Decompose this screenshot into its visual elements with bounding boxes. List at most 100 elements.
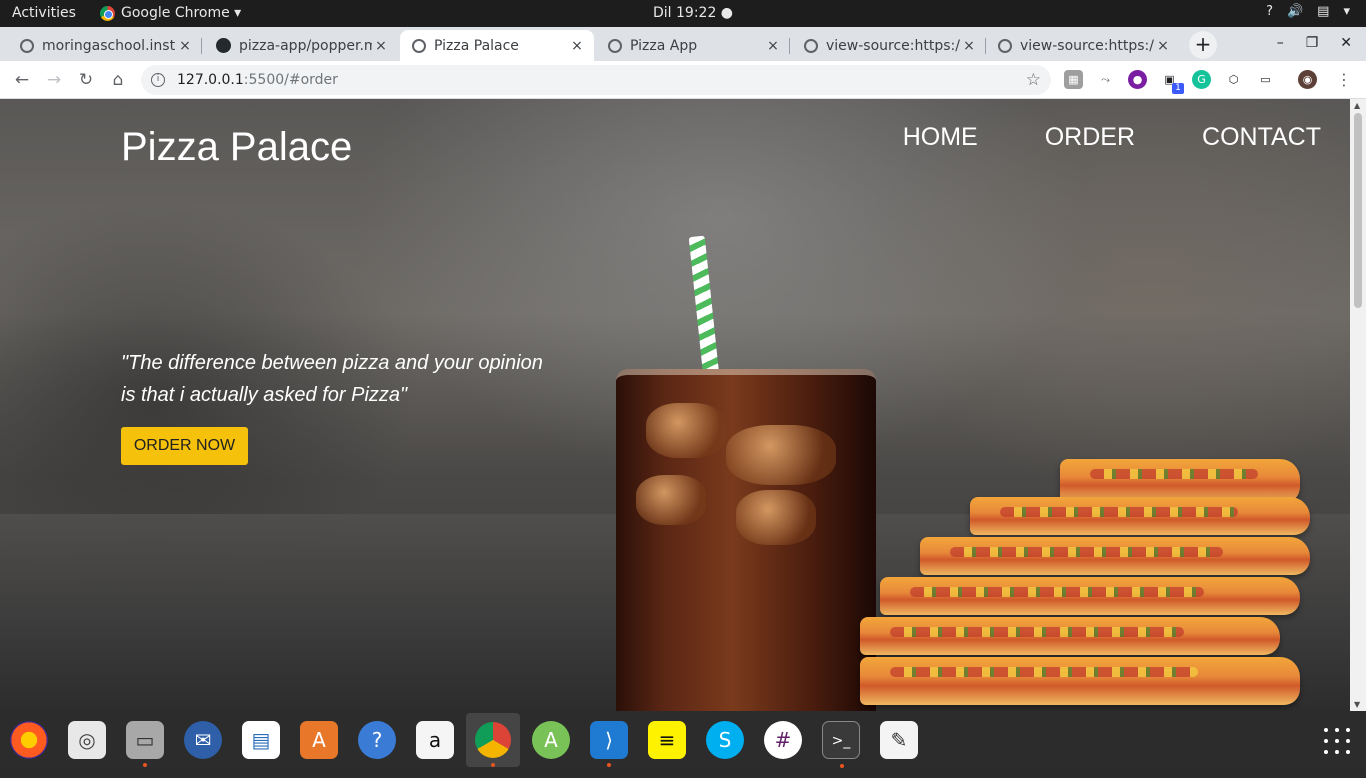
system-tray[interactable]: ? 🔊 ▤ ▾ — [1266, 4, 1350, 19]
ice-cube — [736, 490, 816, 545]
chrome-icon[interactable] — [466, 713, 520, 767]
running-indicator — [840, 764, 844, 768]
minimize-button[interactable]: – — [1277, 35, 1284, 51]
extension-link-icon[interactable]: ⤳ — [1096, 70, 1115, 89]
nav-contact[interactable]: CONTACT — [1202, 123, 1321, 152]
help-icon[interactable]: ? — [358, 721, 396, 759]
close-icon[interactable]: × — [764, 38, 782, 54]
forward-button[interactable]: → — [42, 68, 66, 92]
nav-order[interactable]: ORDER — [1045, 123, 1135, 152]
hero-quote-line-2: is that i actually asked for Pizza" — [121, 384, 408, 406]
text-editor-icon[interactable]: ✎ — [880, 721, 918, 759]
extension-colorpick-icon[interactable]: ● — [1128, 70, 1147, 89]
order-now-button[interactable]: ORDER NOW — [121, 427, 248, 465]
extension-screenshot-icon[interactable]: ▦ — [1064, 70, 1083, 89]
reload-button[interactable]: ↻ — [74, 68, 98, 92]
running-indicator — [143, 763, 147, 767]
tab-title: pizza-app/popper.m — [239, 37, 372, 54]
home-button[interactable]: ⌂ — [106, 68, 130, 92]
globe-icon — [412, 38, 426, 53]
pizza-slice — [860, 617, 1280, 655]
nav-home[interactable]: HOME — [903, 123, 978, 152]
software-center-icon[interactable]: A — [300, 721, 338, 759]
tab-pizza-palace[interactable]: Pizza Palace × — [400, 30, 594, 61]
tab-view-source-1[interactable]: view-source:https:/ × — [792, 30, 986, 61]
tab-title: Pizza Palace — [434, 37, 519, 54]
extension-box-icon[interactable]: ▣ 1 — [1160, 70, 1184, 94]
tab-title: view-source:https:/ — [1020, 37, 1154, 54]
pizza-slice — [970, 497, 1310, 535]
chrome-icon — [100, 5, 115, 21]
app-menu[interactable]: Google Chrome ▾ — [100, 5, 241, 21]
extension-badge: 1 — [1172, 83, 1184, 94]
rhythmbox-icon[interactable]: ◎ — [68, 721, 106, 759]
globe-icon — [998, 38, 1012, 53]
terminal-icon[interactable]: >_ — [822, 721, 860, 768]
pizza-stack-image — [860, 459, 1320, 711]
skype-icon[interactable]: S — [706, 721, 744, 759]
writer-icon[interactable]: ▤ — [242, 721, 280, 759]
extensions-area: ▦ ⤳ ● ▣ 1 G ⬡ ▭ ◉ — [1064, 70, 1317, 94]
android-studio-icon[interactable]: A — [532, 721, 570, 759]
grammarly-icon[interactable]: G — [1192, 70, 1211, 89]
site-info-icon[interactable]: i — [151, 73, 165, 87]
browser-toolbar: ← → ↻ ⌂ i 127.0.0.1:5500/#order ☆ ▦ ⤳ ● … — [0, 61, 1366, 99]
back-button[interactable]: ← — [10, 68, 34, 92]
scroll-up-arrow-icon[interactable]: ▲ — [1354, 101, 1360, 110]
restore-button[interactable]: ❐ — [1306, 35, 1319, 51]
system-top-bar: Activities Google Chrome ▾ Dil 19:22 ● ?… — [0, 0, 1366, 27]
running-indicator — [607, 763, 611, 767]
vscode-icon[interactable]: ⟩ — [590, 721, 628, 767]
clock[interactable]: Dil 19:22 ● — [653, 5, 733, 21]
main-nav: HOME ORDER CONTACT — [903, 123, 1321, 152]
github-icon — [216, 38, 231, 53]
help-icon[interactable]: ? — [1266, 4, 1273, 19]
tab-title: view-source:https:/ — [826, 37, 960, 54]
globe-icon — [608, 38, 622, 53]
close-icon[interactable]: × — [1154, 38, 1172, 54]
activities-button[interactable]: Activities — [12, 5, 76, 21]
new-tab-button[interactable]: + — [1189, 31, 1217, 59]
close-icon[interactable]: × — [372, 38, 390, 54]
extension-cast-icon[interactable]: ▭ — [1256, 70, 1275, 89]
hero-quote: "The difference between pizza and your o… — [121, 347, 561, 411]
close-icon[interactable]: × — [568, 38, 586, 54]
system-menu-chevron-icon[interactable]: ▾ — [1343, 4, 1350, 19]
tab-moringaschool[interactable]: moringaschool.inst × — [8, 30, 202, 61]
show-applications-grid-icon[interactable] — [1324, 728, 1350, 754]
close-icon[interactable]: × — [176, 38, 194, 54]
tab-view-source-2[interactable]: view-source:https:/ × — [986, 30, 1180, 61]
profile-avatar[interactable]: ◉ — [1298, 70, 1317, 89]
globe-icon — [804, 38, 818, 53]
thunderbird-icon[interactable]: ✉ — [184, 721, 222, 759]
amazon-icon[interactable]: a — [416, 721, 454, 759]
pizza-slice — [860, 657, 1300, 705]
address-bar[interactable]: i 127.0.0.1:5500/#order ☆ — [141, 65, 1051, 95]
volume-icon[interactable]: 🔊 — [1287, 4, 1303, 19]
scroll-down-arrow-icon[interactable]: ▼ — [1354, 700, 1360, 709]
url-host: 127.0.0.1 — [177, 72, 244, 88]
site-brand[interactable]: Pizza Palace — [121, 125, 352, 170]
url-path: :5500/#order — [243, 72, 338, 88]
globe-icon — [20, 38, 34, 53]
scrollbar-thumb[interactable] — [1354, 113, 1362, 308]
close-window-button[interactable]: ✕ — [1340, 35, 1352, 51]
clipboard-icon[interactable]: ▤ — [1317, 4, 1329, 19]
close-icon[interactable]: × — [960, 38, 978, 54]
bookmark-star-icon[interactable]: ☆ — [1026, 70, 1041, 90]
chrome-menu-icon[interactable]: ⋮ — [1336, 70, 1352, 89]
hero-quote-line-1: "The difference between pizza and your o… — [121, 352, 543, 374]
tab-separator — [789, 38, 790, 54]
running-indicator — [491, 763, 495, 767]
ice-cube — [646, 403, 726, 458]
files-icon[interactable]: ▭ — [126, 721, 164, 767]
extension-cube-icon[interactable]: ⬡ — [1224, 70, 1243, 89]
tab-pizza-app[interactable]: Pizza App × — [596, 30, 790, 61]
page-scrollbar[interactable]: ▲ ▼ — [1350, 99, 1366, 711]
notes-icon[interactable]: ≡ — [648, 721, 686, 759]
tab-pizza-app-github[interactable]: pizza-app/popper.m × — [204, 30, 398, 61]
firefox-icon[interactable] — [10, 721, 48, 759]
slack-icon[interactable]: # — [764, 721, 802, 759]
tab-title: moringaschool.inst — [42, 37, 176, 54]
tab-title: Pizza App — [630, 37, 698, 54]
